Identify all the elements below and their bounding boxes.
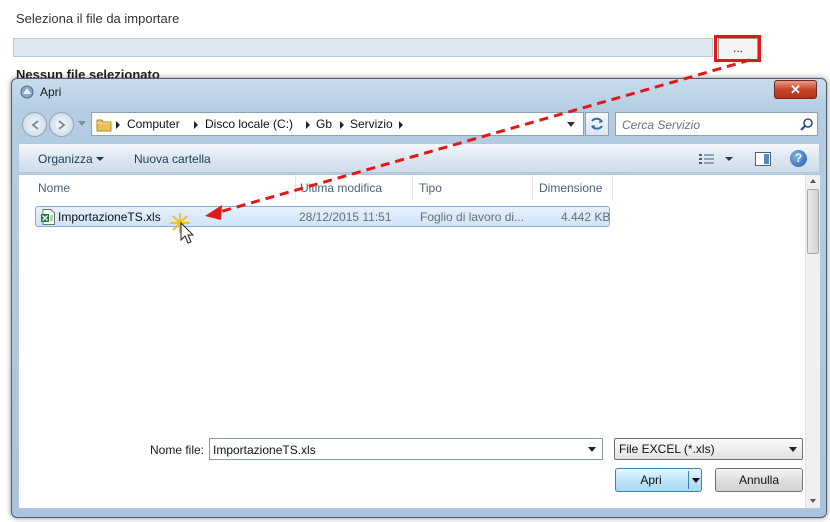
column-header-name[interactable]: Nome — [38, 175, 70, 199]
column-header-size[interactable]: Dimensione — [539, 175, 602, 199]
filename-label: Nome file: — [150, 443, 205, 457]
column-divider[interactable] — [532, 175, 533, 199]
file-name: ImportazioneTS.xls — [58, 210, 161, 224]
file-path-field[interactable] — [13, 38, 713, 57]
breadcrumb-disk[interactable]: Disco locale (C:) — [205, 117, 293, 131]
views-icon[interactable] — [699, 153, 715, 165]
breadcrumb-servizio[interactable]: Servizio — [350, 117, 393, 131]
forward-icon — [58, 120, 66, 130]
dialog-titlebar[interactable]: Apri ✕ — [12, 79, 826, 105]
breadcrumb-separator[interactable] — [116, 121, 120, 129]
recent-pages-icon[interactable] — [78, 119, 86, 127]
organize-dropdown-icon[interactable] — [96, 157, 104, 161]
search-input[interactable] — [622, 117, 792, 132]
folder-icon — [96, 119, 112, 132]
back-button[interactable] — [22, 112, 47, 137]
refresh-icon — [591, 117, 603, 130]
command-bar: Organizza Nuova cartella ? — [18, 143, 820, 173]
address-dropdown-icon[interactable] — [567, 122, 575, 127]
open-options-icon[interactable] — [692, 478, 700, 483]
new-folder-button[interactable]: Nuova cartella — [134, 152, 211, 166]
column-divider[interactable] — [612, 175, 613, 199]
screen: Seleziona il file da importare ... Nessu… — [0, 0, 830, 522]
forward-button[interactable] — [49, 112, 74, 137]
column-header-type[interactable]: Tipo — [419, 175, 442, 199]
refresh-button[interactable] — [585, 112, 609, 136]
browse-highlight-box — [714, 35, 761, 62]
back-icon — [31, 120, 39, 130]
scroll-down-icon[interactable] — [810, 499, 816, 503]
file-size: 4.442 KB — [561, 210, 611, 224]
help-icon[interactable]: ? — [790, 150, 807, 167]
app-icon — [20, 85, 34, 99]
filetype-value: File EXCEL (*.xls) — [619, 442, 715, 456]
views-dropdown-icon[interactable] — [725, 157, 733, 161]
dialog-title: Apri — [40, 85, 62, 99]
scroll-up-icon[interactable] — [810, 179, 816, 183]
vertical-scrollbar[interactable] — [805, 175, 820, 508]
scroll-thumb[interactable] — [807, 189, 819, 254]
excel-file-icon — [41, 209, 55, 225]
breadcrumb-separator[interactable] — [306, 121, 310, 129]
file-type: Foglio di lavoro di... — [420, 210, 525, 224]
open-button-divider — [688, 471, 689, 489]
column-divider[interactable] — [412, 175, 413, 199]
close-button[interactable]: ✕ — [774, 80, 817, 99]
cancel-button[interactable]: Annulla — [715, 468, 803, 492]
breadcrumb-gb[interactable]: Gb — [316, 117, 332, 131]
organize-button[interactable]: Organizza — [38, 152, 93, 166]
filename-input[interactable] — [213, 442, 573, 457]
column-header-modified[interactable]: Ultima modifica — [300, 175, 382, 199]
open-button[interactable]: Apri — [615, 468, 702, 492]
breadcrumb-separator[interactable] — [399, 121, 403, 129]
file-row-selected[interactable]: ImportazioneTS.xls 28/12/2015 11:51 Fogl… — [35, 206, 610, 227]
breadcrumb-computer[interactable]: Computer — [127, 117, 180, 131]
open-dialog: Apri ✕ Computer Disco locale (C:) Gb Ser… — [11, 78, 827, 518]
column-divider[interactable] — [295, 175, 296, 199]
page-heading: Seleziona il file da importare — [16, 11, 180, 26]
breadcrumb-separator[interactable] — [340, 121, 344, 129]
filename-dropdown-icon[interactable] — [588, 447, 596, 452]
filetype-select[interactable]: File EXCEL (*.xls) — [614, 438, 803, 460]
open-button-label: Apri — [640, 473, 662, 487]
preview-pane-icon[interactable] — [755, 152, 771, 166]
filetype-dropdown-icon[interactable] — [789, 447, 797, 452]
file-modified: 28/12/2015 11:51 — [299, 210, 392, 224]
search-icon[interactable] — [800, 117, 814, 131]
breadcrumb-separator[interactable] — [194, 121, 198, 129]
search-box[interactable] — [615, 112, 818, 136]
address-bar[interactable]: Computer Disco locale (C:) Gb Servizio — [91, 112, 584, 136]
filename-combobox[interactable] — [209, 438, 603, 460]
